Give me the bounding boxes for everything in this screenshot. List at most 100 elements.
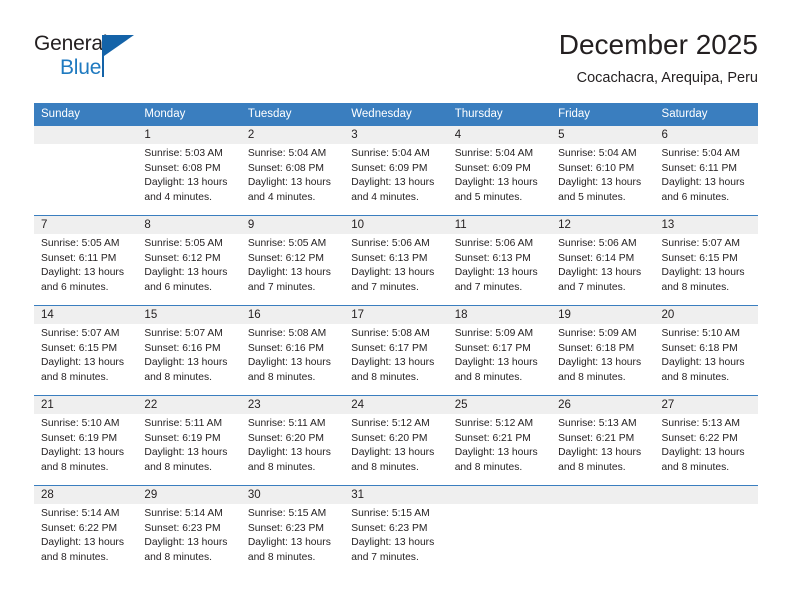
day-cell[interactable]: 29 Sunrise: 5:14 AM Sunset: 6:23 PM Dayl… [137, 486, 240, 575]
day-number: 27 [661, 399, 675, 411]
daylight-text-line2: and 6 minutes. [661, 191, 730, 203]
calendar-grid: Sunday Monday Tuesday Wednesday Thursday… [34, 103, 758, 575]
daylight-text-line2: and 8 minutes. [351, 461, 419, 473]
daylight-text-line2: and 8 minutes. [41, 461, 109, 473]
day-details: Sunrise: 5:09 AM Sunset: 6:17 PM Dayligh… [455, 324, 544, 385]
day-details: Sunrise: 5:04 AM Sunset: 6:11 PM Dayligh… [662, 144, 751, 205]
week-row: 28 Sunrise: 5:14 AM Sunset: 6:22 PM Dayl… [34, 485, 758, 575]
week-row: 14 Sunrise: 5:07 AM Sunset: 6:15 PM Dayl… [34, 305, 758, 395]
day-cell[interactable]: 20 Sunrise: 5:10 AM Sunset: 6:18 PM Dayl… [655, 306, 758, 395]
sunrise-text: Sunrise: 5:14 AM [41, 508, 120, 519]
day-cell[interactable]: 3 Sunrise: 5:04 AM Sunset: 6:09 PM Dayli… [344, 126, 447, 215]
sunrise-text: Sunrise: 5:10 AM [41, 418, 120, 429]
sunset-text: Sunset: 6:20 PM [351, 432, 428, 444]
day-number: 9 [247, 219, 255, 231]
day-cell[interactable]: 10 Sunrise: 5:06 AM Sunset: 6:13 PM Dayl… [344, 216, 447, 305]
day-cell[interactable]: 6 Sunrise: 5:04 AM Sunset: 6:11 PM Dayli… [655, 126, 758, 215]
day-cell[interactable]: 13 Sunrise: 5:07 AM Sunset: 6:15 PM Dayl… [655, 216, 758, 305]
page-subtitle: Cocachacra, Arequipa, Peru [576, 70, 758, 86]
sunrise-text: Sunrise: 5:06 AM [454, 238, 534, 249]
day-cell[interactable]: 27 Sunrise: 5:13 AM Sunset: 6:22 PM Dayl… [655, 396, 758, 485]
week-row: 1 Sunrise: 5:03 AM Sunset: 6:08 PM Dayli… [34, 125, 758, 215]
day-details: Sunrise: 5:09 AM Sunset: 6:18 PM Dayligh… [558, 324, 647, 385]
day-cell[interactable] [448, 486, 551, 575]
day-cell[interactable]: 5 Sunrise: 5:04 AM Sunset: 6:10 PM Dayli… [551, 126, 654, 215]
day-cell[interactable]: 25 Sunrise: 5:12 AM Sunset: 6:21 PM Dayl… [448, 396, 551, 485]
day-cell[interactable]: 4 Sunrise: 5:04 AM Sunset: 6:09 PM Dayli… [448, 126, 551, 215]
day-details: Sunrise: 5:08 AM Sunset: 6:16 PM Dayligh… [248, 324, 337, 385]
day-cell[interactable]: 9 Sunrise: 5:05 AM Sunset: 6:12 PM Dayli… [241, 216, 344, 305]
sunset-text: Sunset: 6:08 PM [247, 162, 324, 174]
daylight-text-line2: and 8 minutes. [661, 371, 730, 383]
calendar-page: General Blue December 2025 Cocachacra, A… [0, 0, 792, 612]
day-cell[interactable]: 15 Sunrise: 5:07 AM Sunset: 6:16 PM Dayl… [137, 306, 240, 395]
sunrise-text: Sunrise: 5:04 AM [247, 148, 327, 159]
day-cell[interactable]: 11 Sunrise: 5:06 AM Sunset: 6:13 PM Dayl… [448, 216, 551, 305]
sunset-text: Sunset: 6:17 PM [351, 342, 428, 354]
daylight-text-line1: Daylight: 13 hours [247, 537, 331, 549]
sunrise-text: Sunrise: 5:07 AM [661, 238, 740, 249]
sunset-text: Sunset: 6:16 PM [247, 342, 324, 354]
day-cell[interactable]: 19 Sunrise: 5:09 AM Sunset: 6:18 PM Dayl… [551, 306, 654, 395]
sunrise-text: Sunrise: 5:05 AM [247, 238, 327, 249]
day-number: 16 [247, 309, 261, 321]
daylight-text-line2: and 8 minutes. [144, 371, 212, 383]
day-details: Sunrise: 5:04 AM Sunset: 6:09 PM Dayligh… [351, 144, 440, 205]
day-cell[interactable]: 14 Sunrise: 5:07 AM Sunset: 6:15 PM Dayl… [34, 306, 137, 395]
daylight-text-line2: and 7 minutes. [247, 281, 316, 293]
daylight-text-line2: and 6 minutes. [144, 281, 212, 293]
daylight-text-line1: Daylight: 13 hours [144, 177, 228, 189]
sunset-text: Sunset: 6:21 PM [558, 432, 635, 444]
day-cell[interactable]: 21 Sunrise: 5:10 AM Sunset: 6:19 PM Dayl… [34, 396, 137, 485]
daylight-text-line1: Daylight: 13 hours [351, 177, 435, 189]
day-number: 13 [661, 219, 675, 231]
day-cell[interactable]: 2 Sunrise: 5:04 AM Sunset: 6:08 PM Dayli… [241, 126, 344, 215]
day-cell[interactable]: 8 Sunrise: 5:05 AM Sunset: 6:12 PM Dayli… [137, 216, 240, 305]
day-cell[interactable]: 12 Sunrise: 5:06 AM Sunset: 6:14 PM Dayl… [551, 216, 654, 305]
day-cell[interactable]: 16 Sunrise: 5:08 AM Sunset: 6:16 PM Dayl… [241, 306, 344, 395]
sunset-text: Sunset: 6:12 PM [247, 252, 324, 264]
sunset-text: Sunset: 6:23 PM [144, 522, 221, 534]
daylight-text-line2: and 5 minutes. [558, 191, 626, 203]
day-cell[interactable]: 22 Sunrise: 5:11 AM Sunset: 6:19 PM Dayl… [137, 396, 240, 485]
day-cell[interactable]: 30 Sunrise: 5:15 AM Sunset: 6:23 PM Dayl… [241, 486, 344, 575]
daylight-text-line2: and 8 minutes. [41, 551, 109, 563]
day-details: Sunrise: 5:10 AM Sunset: 6:18 PM Dayligh… [662, 324, 751, 385]
day-details: Sunrise: 5:12 AM Sunset: 6:21 PM Dayligh… [455, 414, 544, 475]
day-cell[interactable]: 23 Sunrise: 5:11 AM Sunset: 6:20 PM Dayl… [241, 396, 344, 485]
day-number: 31 [351, 489, 365, 501]
day-cell[interactable]: 26 Sunrise: 5:13 AM Sunset: 6:21 PM Dayl… [551, 396, 654, 485]
day-cell[interactable]: 31 Sunrise: 5:15 AM Sunset: 6:23 PM Dayl… [344, 486, 447, 575]
daylight-text-line2: and 7 minutes. [558, 281, 626, 293]
day-cell[interactable]: 17 Sunrise: 5:08 AM Sunset: 6:17 PM Dayl… [344, 306, 447, 395]
day-details: Sunrise: 5:10 AM Sunset: 6:19 PM Dayligh… [41, 414, 130, 475]
day-cell[interactable] [34, 126, 137, 215]
day-details: Sunrise: 5:05 AM Sunset: 6:11 PM Dayligh… [41, 234, 130, 295]
page-header: General Blue December 2025 Cocachacra, A… [34, 28, 758, 96]
day-number: 14 [41, 309, 54, 321]
sunset-text: Sunset: 6:19 PM [41, 432, 118, 444]
day-cell[interactable]: 1 Sunrise: 5:03 AM Sunset: 6:08 PM Dayli… [137, 126, 240, 215]
sunrise-text: Sunrise: 5:10 AM [661, 328, 740, 339]
sunrise-text: Sunrise: 5:12 AM [454, 418, 534, 429]
day-number: 3 [351, 129, 358, 141]
weekday-header-sunday: Sunday [41, 108, 81, 120]
brand-logo[interactable]: General Blue [34, 32, 154, 86]
day-cell[interactable]: 24 Sunrise: 5:12 AM Sunset: 6:20 PM Dayl… [344, 396, 447, 485]
day-cell[interactable] [551, 486, 654, 575]
daylight-text-line1: Daylight: 13 hours [144, 447, 228, 459]
day-cell[interactable]: 18 Sunrise: 5:09 AM Sunset: 6:17 PM Dayl… [448, 306, 551, 395]
day-cell[interactable]: 28 Sunrise: 5:14 AM Sunset: 6:22 PM Dayl… [34, 486, 137, 575]
day-number: 26 [558, 399, 571, 411]
weekday-header-friday: Friday [558, 108, 591, 120]
day-cell[interactable] [655, 486, 758, 575]
sunrise-text: Sunrise: 5:14 AM [144, 508, 223, 519]
daylight-text-line1: Daylight: 13 hours [661, 357, 745, 369]
day-number: 23 [247, 399, 261, 411]
sunrise-text: Sunrise: 5:05 AM [41, 238, 120, 249]
day-details: Sunrise: 5:08 AM Sunset: 6:17 PM Dayligh… [351, 324, 440, 385]
sunrise-text: Sunrise: 5:04 AM [351, 148, 430, 159]
day-cell[interactable]: 7 Sunrise: 5:05 AM Sunset: 6:11 PM Dayli… [34, 216, 137, 305]
daylight-text-line2: and 8 minutes. [144, 551, 212, 563]
logo-triangle-icon [104, 35, 134, 56]
